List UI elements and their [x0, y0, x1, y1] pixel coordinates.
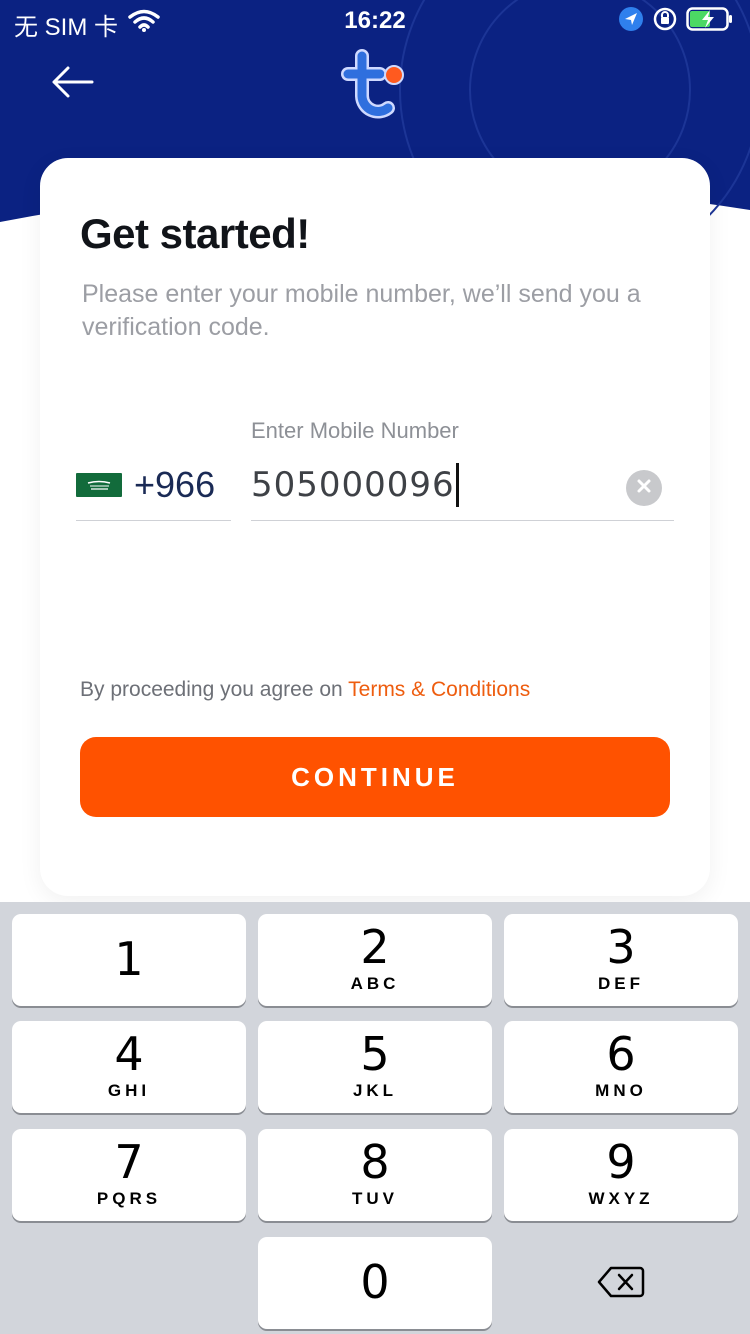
key-digit: 2 [360, 920, 390, 974]
key-digit: 3 [606, 920, 636, 974]
signup-card: Get started! Please enter your mobile nu… [40, 158, 710, 896]
key-8[interactable]: 8 TUV [258, 1129, 492, 1221]
key-1[interactable]: 1 [12, 914, 246, 1006]
delete-key[interactable] [504, 1238, 738, 1330]
dial-code: +966 [134, 464, 216, 505]
key-digit: 6 [606, 1027, 636, 1081]
key-letters: JKL [352, 1081, 398, 1100]
key-3[interactable]: 3 DEF [504, 914, 738, 1006]
rotation-lock-icon [652, 6, 678, 39]
key-0[interactable]: 0 [258, 1237, 492, 1329]
key-letters: MNO [595, 1081, 647, 1100]
key-digit: 4 [114, 1027, 144, 1081]
key-digit: 0 [360, 1255, 390, 1309]
key-letters: DEF [598, 974, 644, 993]
phone-label: Enter Mobile Number [251, 418, 459, 443]
back-button[interactable] [44, 60, 100, 108]
saudi-flag-icon [76, 473, 122, 497]
key-digit: 1 [114, 932, 144, 986]
phone-number-input[interactable]: 505000096 [251, 458, 674, 521]
key-letters: WXYZ [588, 1189, 654, 1208]
status-right [618, 6, 734, 39]
close-icon [636, 478, 652, 499]
text-caret [455, 463, 459, 507]
key-letters: PQRS [96, 1189, 162, 1208]
key-digit: 8 [360, 1135, 390, 1189]
phone-number-value: 505000096 [251, 465, 455, 505]
key-9[interactable]: 9 WXYZ [504, 1129, 738, 1221]
terms-notice: By proceeding you agree on Terms & Condi… [80, 678, 530, 702]
backspace-icon [596, 1265, 646, 1304]
key-digit: 5 [360, 1027, 390, 1081]
continue-button[interactable]: CONTINUE [80, 737, 670, 817]
key-letters: GHI [107, 1081, 151, 1100]
battery-charging-icon [686, 6, 734, 39]
key-digit: 7 [114, 1135, 144, 1189]
numeric-keypad: 1 2 ABC 3 DEF 4 GHI 5 JKL 6 MNO 7 PQRS 8… [0, 902, 750, 1334]
country-code-selector[interactable]: +966 [76, 458, 231, 521]
brand-logo-icon [340, 48, 412, 120]
page-title: Get started! [80, 210, 310, 257]
location-arrow-icon [618, 6, 644, 39]
key-letters: TUV [352, 1189, 398, 1208]
status-bar: 无 SIM 卡 16:22 [0, 0, 750, 41]
key-7[interactable]: 7 PQRS [12, 1129, 246, 1221]
page-subtitle: Please enter your mobile number, we’ll s… [82, 280, 641, 341]
arrow-left-icon [50, 65, 94, 104]
key-letters: ABC [350, 974, 400, 993]
terms-prefix: By proceeding you agree on [80, 678, 349, 701]
clear-input-button[interactable] [626, 470, 662, 506]
key-6[interactable]: 6 MNO [504, 1021, 738, 1113]
key-4[interactable]: 4 GHI [12, 1021, 246, 1113]
terms-link[interactable]: Terms & Conditions [348, 678, 530, 701]
key-digit: 9 [606, 1135, 636, 1189]
key-5[interactable]: 5 JKL [258, 1021, 492, 1113]
key-2[interactable]: 2 ABC [258, 914, 492, 1006]
